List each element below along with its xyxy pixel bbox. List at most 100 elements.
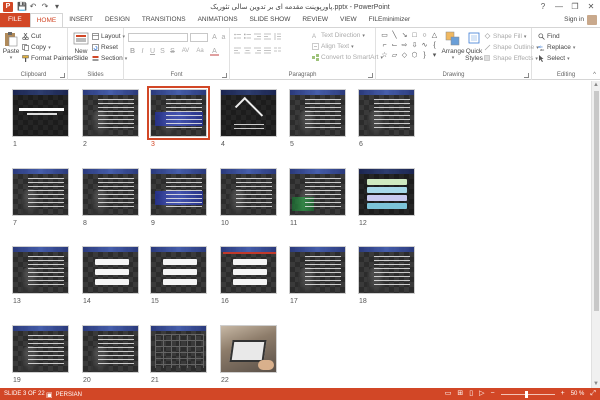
slide-thumbnail[interactable] [358, 246, 415, 294]
section-button[interactable]: Section ▾ [92, 54, 127, 63]
italic-button[interactable]: I [138, 47, 147, 56]
convert-smartart-button[interactable]: Convert to SmartArt ▾ [312, 53, 383, 62]
shadow-button[interactable]: S [158, 47, 167, 56]
shape-effects-button[interactable]: Shape Effects ▾ [484, 54, 538, 63]
reset-button[interactable]: Reset [92, 43, 118, 52]
shapes-more-icon[interactable]: ▾ [430, 51, 439, 60]
oval-shape-icon[interactable]: ○ [420, 31, 429, 40]
clipboard-launcher-icon[interactable] [60, 73, 65, 78]
decrease-indent-icon[interactable] [254, 33, 261, 40]
slide-thumbnail[interactable] [150, 246, 207, 294]
zoom-in-button[interactable]: + [561, 389, 565, 399]
normal-view-icon[interactable]: ▭ [445, 389, 452, 399]
change-case-button[interactable]: Aa [194, 47, 206, 56]
quick-styles-button[interactable]: Quick Styles [465, 31, 483, 62]
slide-thumbnail[interactable] [82, 246, 139, 294]
slide-thumbnail[interactable] [12, 325, 69, 373]
copy-dropdown-icon[interactable]: ▾ [48, 45, 51, 51]
paragraph-launcher-icon[interactable] [368, 73, 373, 78]
paste-dropdown-icon[interactable]: ▾ [10, 55, 13, 62]
zoom-level[interactable]: 50 % [571, 389, 585, 399]
close-brace-shape-icon[interactable]: } [420, 51, 429, 60]
sign-in-link[interactable]: Sign in [564, 16, 584, 23]
slide-thumbnail[interactable] [289, 168, 346, 216]
restore-button[interactable]: ❐ [568, 1, 582, 12]
bullets-icon[interactable] [234, 33, 241, 40]
tab-review[interactable]: REVIEW [296, 13, 334, 27]
slide-thumbnail[interactable] [220, 325, 277, 373]
slide-thumbnail[interactable] [12, 89, 69, 137]
reading-view-icon[interactable]: ▯ [469, 389, 473, 399]
slide-thumbnail[interactable] [289, 89, 346, 137]
rectangle-shape-icon[interactable]: □ [410, 31, 419, 40]
shrink-font-icon[interactable]: a [219, 33, 228, 42]
slide-sorter-view-icon[interactable]: ⊞ [457, 389, 463, 399]
brace-shape-icon[interactable]: { [430, 41, 439, 50]
new-slide-button[interactable]: New Slide [71, 31, 91, 62]
columns-icon[interactable] [274, 47, 281, 54]
align-left-icon[interactable] [234, 47, 241, 54]
vertical-scrollbar[interactable]: ▲ ▼ [591, 81, 600, 388]
language-status[interactable]: ▣ PERSIAN [46, 391, 82, 399]
connector-shape-icon[interactable]: ⌐ [380, 41, 389, 50]
slide-thumbnail[interactable] [220, 168, 277, 216]
character-spacing-button[interactable]: AV [179, 47, 192, 56]
arrange-button[interactable]: Arrange ▾ [441, 31, 465, 62]
zoom-slider[interactable] [500, 390, 555, 398]
arrow-shape-icon[interactable]: ↘ [400, 31, 409, 40]
slide-thumbnail[interactable] [12, 168, 69, 216]
tab-design[interactable]: DESIGN [99, 13, 136, 27]
slide-thumbnail[interactable] [147, 86, 210, 140]
tab-animations[interactable]: ANIMATIONS [192, 13, 244, 27]
find-button[interactable]: Find [538, 32, 560, 41]
down-arrow-shape-icon[interactable]: ⇩ [410, 41, 419, 50]
text-direction-button[interactable]: A Text Direction ▾ [312, 31, 365, 40]
avatar[interactable] [587, 15, 597, 25]
replace-button[interactable]: ab ac Replace ▾ [538, 43, 575, 52]
align-center-icon[interactable] [244, 47, 251, 54]
tab-file[interactable]: FILE [0, 13, 30, 27]
right-arrow-shape-icon[interactable]: ⇨ [400, 41, 409, 50]
zoom-out-button[interactable]: − [491, 389, 495, 399]
slide-show-view-icon[interactable]: ▷ [479, 389, 484, 399]
tab-insert[interactable]: INSERT [63, 13, 99, 27]
curve-shape-icon[interactable]: ∿ [420, 41, 429, 50]
callout-shape-icon[interactable]: ▱ [390, 51, 399, 60]
fit-to-window-icon[interactable]: ⤢ [590, 389, 596, 399]
collapse-ribbon-icon[interactable]: ^ [593, 72, 596, 78]
select-button[interactable]: Select ▾ [538, 54, 570, 63]
drawing-launcher-icon[interactable] [524, 73, 529, 78]
strikethrough-button[interactable]: S [168, 47, 177, 56]
align-text-button[interactable]: Align Text ▾ [312, 42, 354, 51]
increase-indent-icon[interactable] [264, 33, 271, 40]
tab-slide-show[interactable]: SLIDE SHOW [244, 13, 297, 27]
triangle-shape-icon[interactable]: △ [430, 31, 439, 40]
underline-button[interactable]: U [148, 47, 157, 56]
font-name-select[interactable] [128, 33, 188, 42]
font-color-button[interactable]: A [210, 47, 219, 56]
minimize-button[interactable]: — [552, 1, 566, 12]
tab-home[interactable]: HOME [29, 13, 64, 28]
cut-button[interactable]: Cut [22, 32, 41, 41]
save-icon[interactable]: 💾 [17, 2, 27, 11]
close-button[interactable]: ✕ [584, 1, 598, 12]
slide-thumbnail[interactable] [150, 325, 207, 373]
align-right-icon[interactable] [254, 47, 261, 54]
numbering-icon[interactable] [244, 33, 251, 40]
zoom-slider-thumb[interactable] [524, 390, 528, 398]
shape-outline-button[interactable]: Shape Outline ▾ [484, 43, 539, 52]
customize-qat-icon[interactable]: ▾ [53, 2, 61, 11]
bold-button[interactable]: B [128, 47, 137, 56]
grow-font-icon[interactable]: A [210, 33, 219, 42]
tab-view[interactable]: VIEW [334, 13, 363, 27]
slide-thumbnail[interactable] [358, 89, 415, 137]
hexagon-shape-icon[interactable]: ⬡ [410, 51, 419, 60]
format-painter-button[interactable]: Format Painter [22, 54, 74, 63]
text-box-shape-icon[interactable]: ▭ [380, 31, 389, 40]
shape-fill-button[interactable]: Shape Fill ▾ [484, 32, 526, 41]
slide-thumbnail[interactable] [220, 89, 277, 137]
slide-count-status[interactable]: SLIDE 3 OF 22 [0, 391, 45, 397]
slide-thumbnail[interactable] [220, 246, 277, 294]
tab-transitions[interactable]: TRANSITIONS [136, 13, 192, 27]
slide-thumbnail[interactable] [12, 246, 69, 294]
